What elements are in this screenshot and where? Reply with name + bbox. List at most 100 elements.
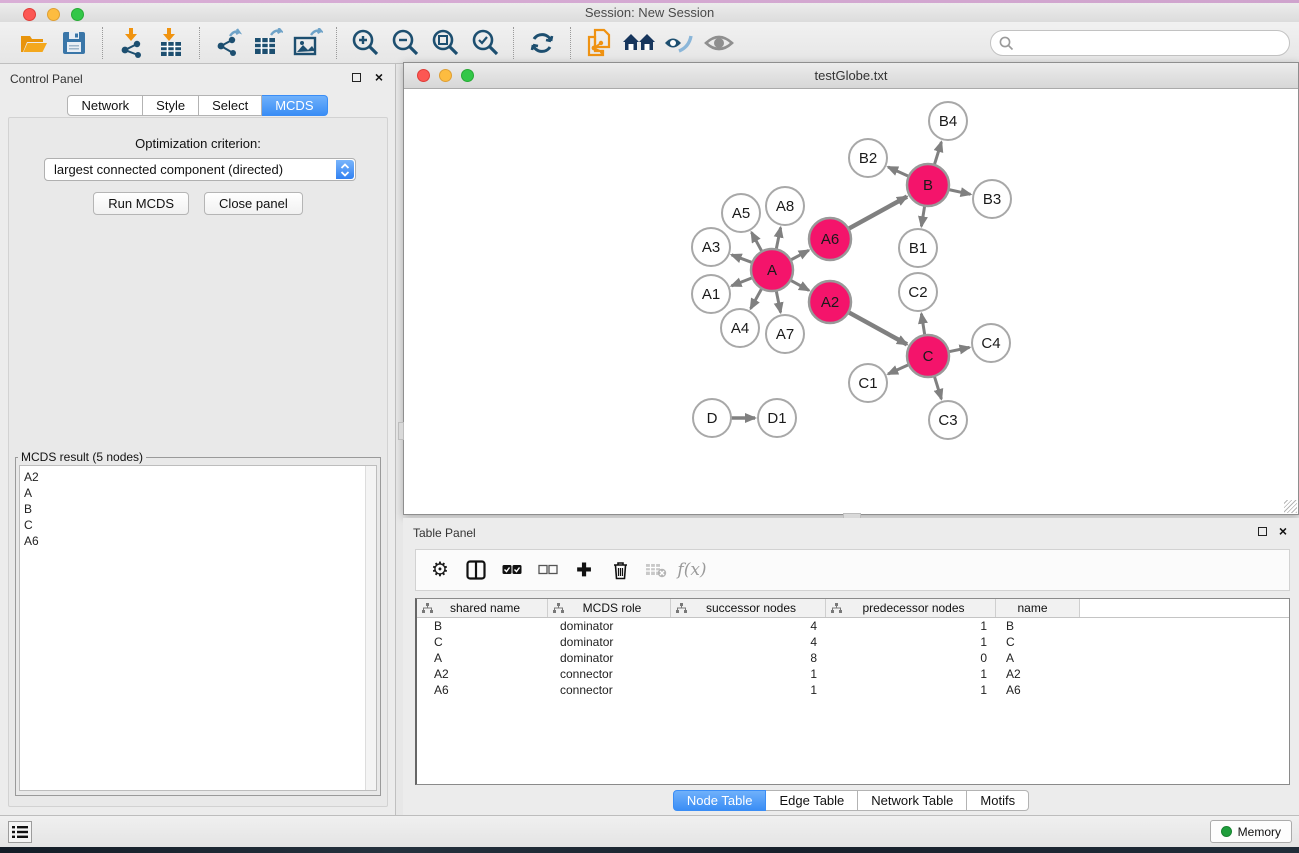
tab-motifs[interactable]: Motifs: [967, 790, 1029, 811]
cell-shared-name[interactable]: A: [417, 650, 548, 666]
node-table[interactable]: shared name MCDS role successor nodes pr…: [415, 598, 1290, 785]
graph-edge[interactable]: [947, 347, 970, 352]
cell-successor-nodes[interactable]: 8: [671, 650, 826, 666]
run-mcds-button[interactable]: Run MCDS: [93, 192, 189, 215]
graph-edge[interactable]: [921, 204, 925, 227]
cell-name[interactable]: A6: [996, 682, 1080, 698]
float-panel-icon[interactable]: [352, 73, 361, 82]
tab-node-table[interactable]: Node Table: [673, 790, 767, 811]
column-header-name[interactable]: name: [996, 599, 1080, 617]
hide-graphics-details-button[interactable]: [659, 25, 699, 61]
cell-mcds-role[interactable]: dominator: [548, 650, 671, 666]
function-builder-button[interactable]: f(x): [676, 553, 708, 587]
graph-edge[interactable]: [752, 232, 763, 253]
close-panel-icon[interactable]: ×: [375, 68, 383, 86]
table-settings-button[interactable]: ⚙: [424, 553, 456, 587]
import-network-button[interactable]: [111, 25, 151, 61]
list-scrollbar[interactable]: [365, 466, 376, 790]
tab-style[interactable]: Style: [143, 95, 199, 116]
new-network-from-selection-button[interactable]: [579, 25, 619, 61]
cell-successor-nodes[interactable]: 1: [671, 666, 826, 682]
column-header-shared-name[interactable]: shared name: [417, 599, 548, 617]
tab-mcds[interactable]: MCDS: [262, 95, 327, 116]
column-header-successor-nodes[interactable]: successor nodes: [671, 599, 826, 617]
list-item[interactable]: A6: [24, 533, 376, 549]
graph-edge[interactable]: [934, 374, 942, 399]
splitter-handle-vertical[interactable]: [398, 422, 404, 440]
cell-shared-name[interactable]: C: [417, 634, 548, 650]
task-history-button[interactable]: [8, 821, 32, 843]
search-input[interactable]: [990, 30, 1290, 56]
cell-predecessor-nodes[interactable]: 1: [826, 682, 996, 698]
zoom-in-button[interactable]: [345, 25, 385, 61]
window-resize-grip[interactable]: [1284, 500, 1297, 513]
cell-predecessor-nodes[interactable]: 0: [826, 650, 996, 666]
tab-network[interactable]: Network: [67, 95, 143, 116]
cell-mcds-role[interactable]: connector: [548, 666, 671, 682]
cell-successor-nodes[interactable]: 4: [671, 618, 826, 634]
graph-edge[interactable]: [947, 189, 971, 194]
delete-table-button[interactable]: [640, 553, 672, 587]
mcds-result-list[interactable]: A2 A B C A6: [19, 465, 377, 791]
tab-network-table[interactable]: Network Table: [858, 790, 967, 811]
column-header-mcds-role[interactable]: MCDS role: [548, 599, 671, 617]
graph-edge[interactable]: [921, 314, 925, 338]
save-session-button[interactable]: [54, 25, 94, 61]
unselect-all-columns-button[interactable]: [532, 553, 564, 587]
home-button[interactable]: [619, 25, 659, 61]
table-row[interactable]: A6 connector 1 1 A6: [417, 682, 1289, 698]
list-item[interactable]: C: [24, 517, 376, 533]
create-column-button[interactable]: ✚: [568, 553, 600, 587]
show-columns-button[interactable]: [460, 553, 492, 587]
table-row[interactable]: B dominator 4 1 B: [417, 618, 1289, 634]
graph-edge[interactable]: [847, 197, 907, 230]
table-row[interactable]: C dominator 4 1 C: [417, 634, 1289, 650]
import-table-button[interactable]: [151, 25, 191, 61]
graph-edge[interactable]: [934, 142, 942, 167]
export-network-button[interactable]: [208, 25, 248, 61]
graph-edge[interactable]: [776, 289, 781, 313]
graph-edge[interactable]: [751, 287, 763, 309]
apply-layout-button[interactable]: [522, 25, 562, 61]
graph-edge[interactable]: [847, 311, 907, 344]
criterion-select[interactable]: largest connected component (directed): [44, 158, 356, 181]
open-session-button[interactable]: [14, 25, 54, 61]
show-graphics-details-button[interactable]: [699, 25, 739, 61]
export-image-button[interactable]: [288, 25, 328, 61]
close-panel-icon[interactable]: ×: [1279, 522, 1287, 540]
delete-columns-button[interactable]: [604, 553, 636, 587]
graph-edge[interactable]: [732, 255, 755, 263]
cell-shared-name[interactable]: A2: [417, 666, 548, 682]
close-panel-button[interactable]: Close panel: [204, 192, 303, 215]
cell-name[interactable]: A2: [996, 666, 1080, 682]
list-item[interactable]: A: [24, 485, 376, 501]
zoom-out-button[interactable]: [385, 25, 425, 61]
cell-mcds-role[interactable]: connector: [548, 682, 671, 698]
graph-edge[interactable]: [732, 277, 755, 286]
list-item[interactable]: A2: [24, 469, 376, 485]
cell-predecessor-nodes[interactable]: 1: [826, 666, 996, 682]
cell-mcds-role[interactable]: dominator: [548, 618, 671, 634]
cell-name[interactable]: A: [996, 650, 1080, 666]
cell-name[interactable]: C: [996, 634, 1080, 650]
cell-name[interactable]: B: [996, 618, 1080, 634]
cell-successor-nodes[interactable]: 1: [671, 682, 826, 698]
tab-edge-table[interactable]: Edge Table: [766, 790, 858, 811]
tab-select[interactable]: Select: [199, 95, 262, 116]
select-all-columns-button[interactable]: [496, 553, 528, 587]
table-row[interactable]: A dominator 8 0 A: [417, 650, 1289, 666]
float-panel-icon[interactable]: [1258, 527, 1267, 536]
cell-shared-name[interactable]: A6: [417, 682, 548, 698]
zoom-fit-button[interactable]: [425, 25, 465, 61]
cell-predecessor-nodes[interactable]: 1: [826, 634, 996, 650]
zoom-selected-button[interactable]: [465, 25, 505, 61]
network-canvas[interactable]: B4B2BB3A8A5A6B1A3AC2A1A2A4A7C4CC1C3DD1: [404, 89, 1298, 514]
cell-successor-nodes[interactable]: 4: [671, 634, 826, 650]
cell-mcds-role[interactable]: dominator: [548, 634, 671, 650]
column-header-predecessor-nodes[interactable]: predecessor nodes: [826, 599, 996, 617]
graph-edge[interactable]: [888, 364, 911, 374]
graph-edge[interactable]: [789, 250, 809, 261]
export-table-button[interactable]: [248, 25, 288, 61]
memory-button[interactable]: Memory: [1210, 820, 1292, 843]
list-item[interactable]: B: [24, 501, 376, 517]
